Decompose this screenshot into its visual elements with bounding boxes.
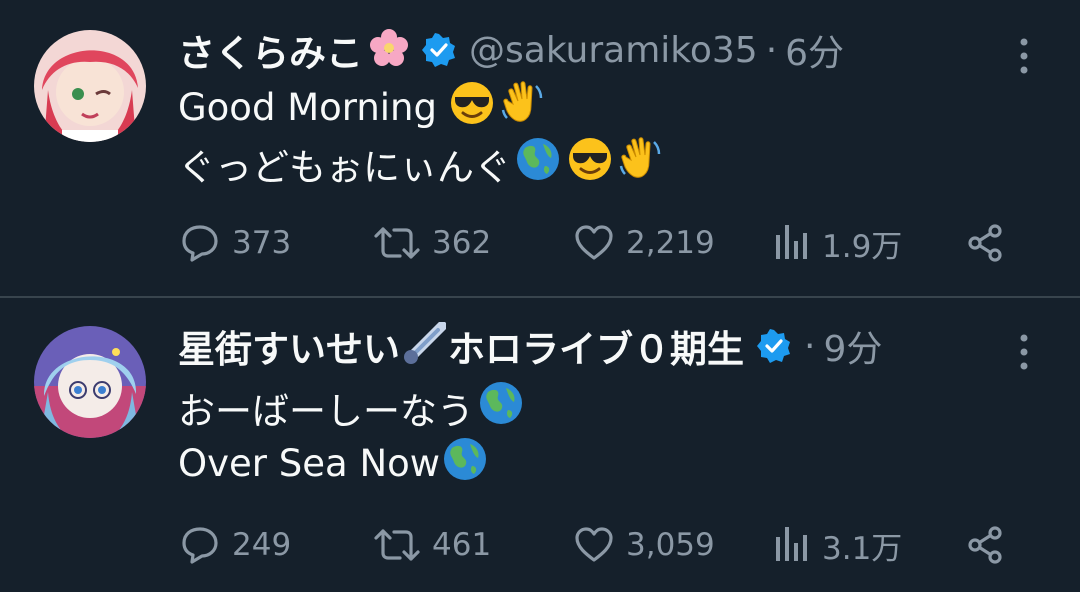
reply-button[interactable]: 373 (178, 216, 291, 270)
tweet-text: おーばーしーなう (178, 389, 474, 433)
more-options-icon[interactable] (1008, 36, 1040, 76)
views-button[interactable]: 1.9万 (772, 216, 902, 270)
views-button[interactable]: 3.1万 (772, 518, 902, 572)
tweet-actions: 373 362 2,219 1.9万 (178, 216, 1040, 270)
reply-icon (182, 527, 218, 564)
retweet-button[interactable]: 461 (372, 518, 491, 572)
smiling-face-with-sunglasses-icon (449, 80, 495, 135)
tweet-text: Good Morning (178, 86, 437, 129)
comet-icon (402, 321, 447, 370)
tweet-text-line: おーばーしーなう (178, 380, 524, 435)
like-button[interactable]: 2,219 (572, 216, 715, 270)
retweet-icon (374, 227, 420, 259)
tweet-text: ぐっどもぉにぃんぐ (178, 145, 511, 189)
timestamp[interactable]: 6分 (785, 24, 844, 76)
view-count: 1.9万 (822, 228, 903, 265)
avatar[interactable] (34, 326, 146, 438)
analytics-icon (776, 527, 807, 561)
retweet-count: 461 (432, 527, 492, 563)
reply-count: 373 (232, 225, 292, 261)
tweet[interactable]: さくらみこ @sakuramiko35 · 6分 Good Morning ぐっ… (0, 0, 1080, 296)
share-icon (968, 526, 1002, 564)
tweet-text: Over Sea Now (178, 442, 441, 485)
share-button[interactable] (964, 518, 1018, 572)
timestamp[interactable]: 9分 (823, 320, 882, 372)
share-icon (968, 224, 1002, 262)
globe-icon (478, 380, 524, 435)
waving-hand-icon (619, 136, 665, 191)
view-count: 3.1万 (822, 530, 903, 567)
tweet-header: さくらみこ @sakuramiko35 · 6分 (178, 24, 844, 76)
display-name-suffix[interactable]: ホロライブ０期生 (448, 319, 744, 373)
globe-icon (515, 136, 561, 191)
analytics-icon (776, 225, 807, 259)
tweet-text-line: Good Morning (178, 80, 547, 135)
handle[interactable]: @sakuramiko35 (469, 30, 758, 71)
display-name[interactable]: さくらみこ (178, 23, 363, 77)
more-options-icon[interactable] (1008, 332, 1040, 372)
retweet-icon (374, 529, 420, 561)
reply-count: 249 (232, 527, 292, 563)
retweet-count: 362 (432, 225, 492, 261)
globe-icon (442, 436, 488, 491)
like-button[interactable]: 3,059 (572, 518, 715, 572)
heart-icon (575, 527, 613, 562)
tweet-actions: 249 461 3,059 3.1万 (178, 518, 1040, 572)
waving-hand-icon (501, 80, 547, 135)
share-button[interactable] (964, 216, 1018, 270)
tweet-text-line: Over Sea Now (178, 436, 488, 491)
like-count: 2,219 (626, 225, 715, 261)
separator: · (804, 325, 816, 367)
heart-icon (575, 225, 613, 260)
like-count: 3,059 (626, 527, 715, 563)
separator: · (765, 29, 778, 71)
smiling-face-with-sunglasses-icon (567, 136, 613, 191)
verified-badge-icon[interactable] (756, 328, 792, 364)
tweet[interactable]: 星街すいせい ホロライブ０期生 · 9分 おーばーしーなう Over Sea N… (0, 296, 1080, 592)
display-name[interactable]: 星街すいせい (178, 319, 400, 373)
avatar[interactable] (34, 30, 146, 142)
tweet-text-line: ぐっどもぉにぃんぐ (178, 136, 665, 191)
timeline-feed: さくらみこ @sakuramiko35 · 6分 Good Morning ぐっ… (0, 0, 1080, 592)
reply-icon (182, 225, 218, 262)
cherry-blossom-icon (369, 28, 409, 72)
tweet-header: 星街すいせい ホロライブ０期生 · 9分 (178, 320, 882, 372)
verified-badge-icon[interactable] (421, 32, 457, 68)
retweet-button[interactable]: 362 (372, 216, 491, 270)
reply-button[interactable]: 249 (178, 518, 291, 572)
